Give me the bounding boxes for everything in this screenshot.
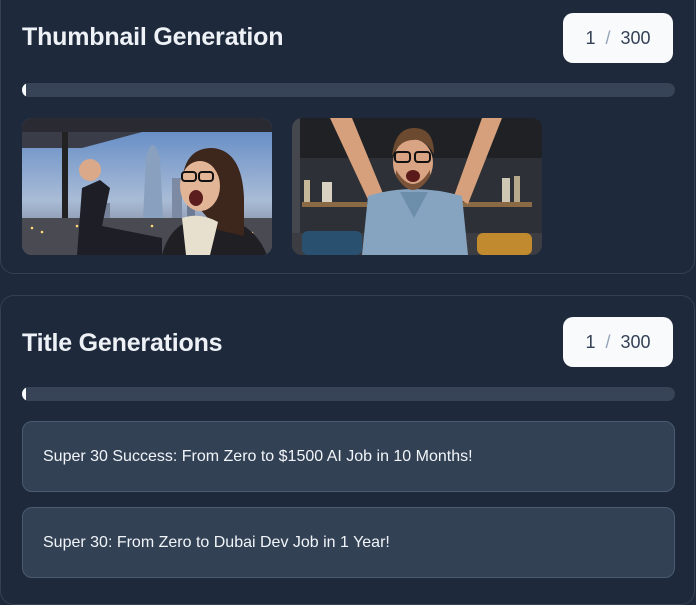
counter-total: 300 bbox=[620, 331, 651, 352]
titles-counter: 1 / 300 bbox=[563, 317, 673, 367]
counter-current: 1 bbox=[585, 331, 596, 352]
titles-progress-bar bbox=[22, 387, 675, 401]
generated-title-item[interactable]: Super 30: From Zero to Dubai Dev Job in … bbox=[22, 507, 675, 578]
counter-separator: / bbox=[605, 331, 611, 352]
thumbnail-woman-celebrating[interactable] bbox=[22, 118, 272, 255]
titles-section-title: Title Generations bbox=[22, 329, 223, 357]
thumbnail-gallery bbox=[22, 118, 542, 255]
counter-separator: / bbox=[605, 27, 611, 48]
thumbnail-generation-card: Thumbnail Generation 1 / 300 bbox=[0, 0, 695, 274]
thumbnail-section-title: Thumbnail Generation bbox=[22, 23, 284, 51]
counter-current: 1 bbox=[585, 27, 596, 48]
progress-fill bbox=[22, 83, 26, 97]
generated-title-item[interactable]: Super 30 Success: From Zero to $1500 AI … bbox=[22, 421, 675, 492]
thumbnail-man-celebrating[interactable] bbox=[292, 118, 542, 255]
progress-fill bbox=[22, 387, 26, 401]
counter-total: 300 bbox=[620, 27, 651, 48]
thumbnail-progress-bar bbox=[22, 83, 675, 97]
title-generations-card: Title Generations 1 / 300 Super 30 Succe… bbox=[0, 295, 695, 605]
thumbnail-image-1 bbox=[22, 118, 272, 255]
thumbnail-counter: 1 / 300 bbox=[563, 13, 673, 63]
thumbnail-image-2 bbox=[292, 118, 542, 255]
